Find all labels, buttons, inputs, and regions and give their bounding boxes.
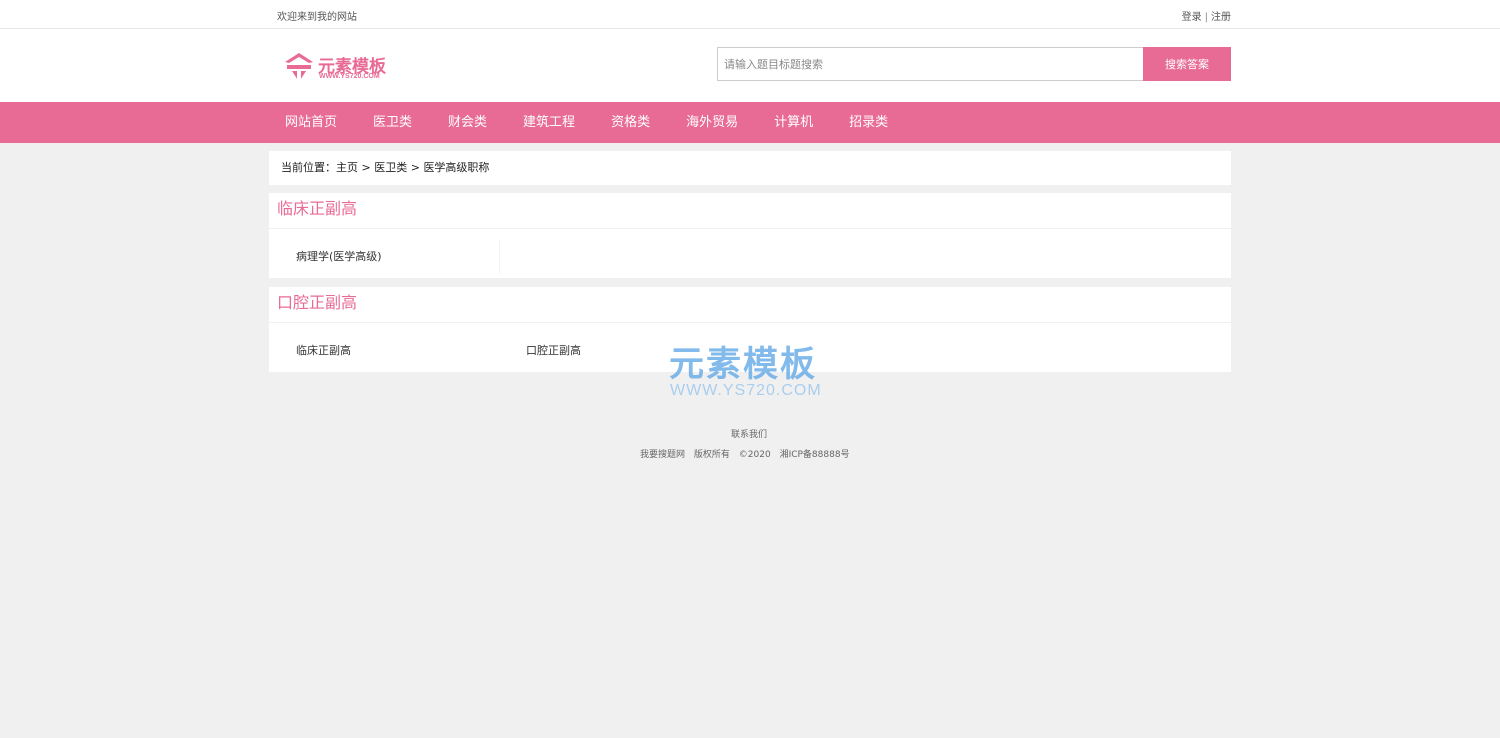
divider bbox=[499, 239, 500, 275]
search-input[interactable] bbox=[717, 47, 1143, 81]
nav-item-computer[interactable]: 计算机 bbox=[774, 102, 813, 143]
top-bar: 欢迎来到我的网站 登录 | 注册 bbox=[0, 0, 1500, 29]
nav-item-recruitment[interactable]: 招录类 bbox=[849, 102, 888, 143]
breadcrumb: 当前位置：主页 > 医卫类 > 医学高级职称 bbox=[269, 151, 1231, 185]
nav-item-accounting[interactable]: 财会类 bbox=[448, 102, 487, 143]
list-item[interactable]: 口腔正副高 bbox=[526, 323, 581, 378]
footer-icp[interactable]: 湘ICP备88888号 bbox=[780, 450, 850, 460]
search-button[interactable]: 搜索答案 bbox=[1143, 47, 1231, 81]
breadcrumb-current: 医学高级职称 bbox=[423, 161, 490, 174]
site-logo[interactable]: 元素模板 WWW.YS720.COM bbox=[283, 50, 393, 86]
section-title: 口腔正副高 bbox=[269, 287, 1231, 323]
nav-item-foreign-trade[interactable]: 海外贸易 bbox=[686, 102, 738, 143]
list-item[interactable]: 临床正副高 bbox=[296, 323, 351, 378]
category-section: 口腔正副高 临床正副高 口腔正副高 bbox=[269, 287, 1231, 372]
auth-separator: | bbox=[1204, 12, 1208, 23]
breadcrumb-separator: > bbox=[410, 161, 420, 174]
nav-item-construction[interactable]: 建筑工程 bbox=[523, 102, 575, 143]
nav-item-medical[interactable]: 医卫类 bbox=[373, 102, 412, 143]
nav-item-qualification[interactable]: 资格类 bbox=[611, 102, 650, 143]
list-item[interactable]: 病理学(医学高级) bbox=[296, 229, 382, 284]
footer-rights: 版权所有 bbox=[693, 450, 730, 460]
auth-links: 登录 | 注册 bbox=[1182, 8, 1231, 23]
logo-subtext: WWW.YS720.COM bbox=[319, 73, 380, 80]
section-title: 临床正副高 bbox=[269, 193, 1231, 229]
section-body: 临床正副高 口腔正副高 bbox=[269, 323, 1231, 372]
logo-icon bbox=[285, 53, 313, 83]
contact-link[interactable]: 联系我们 bbox=[731, 427, 767, 440]
main-nav: 网站首页 医卫类 财会类 建筑工程 资格类 海外贸易 计算机 招录类 bbox=[0, 102, 1500, 143]
section-body: 病理学(医学高级) bbox=[269, 229, 1231, 278]
footer-site-name: 我要搜题网 bbox=[640, 450, 686, 460]
footer-year: ©2020 bbox=[738, 450, 771, 460]
breadcrumb-prefix: 当前位置： bbox=[281, 161, 336, 174]
watermark-url: WWW.YS720.COM bbox=[670, 382, 822, 399]
copyright: 我要搜题网 版权所有 ©2020 湘ICP备88888号 bbox=[640, 447, 856, 460]
breadcrumb-category[interactable]: 医卫类 bbox=[374, 161, 407, 174]
header: 元素模板 WWW.YS720.COM 搜索答案 bbox=[0, 29, 1500, 102]
welcome-text: 欢迎来到我的网站 bbox=[277, 12, 357, 23]
breadcrumb-separator: > bbox=[361, 161, 371, 174]
login-link[interactable]: 登录 bbox=[1182, 12, 1202, 23]
nav-item-home[interactable]: 网站首页 bbox=[285, 102, 337, 143]
category-section: 临床正副高 病理学(医学高级) bbox=[269, 193, 1231, 278]
breadcrumb-home[interactable]: 主页 bbox=[336, 161, 358, 174]
register-link[interactable]: 注册 bbox=[1211, 12, 1231, 23]
